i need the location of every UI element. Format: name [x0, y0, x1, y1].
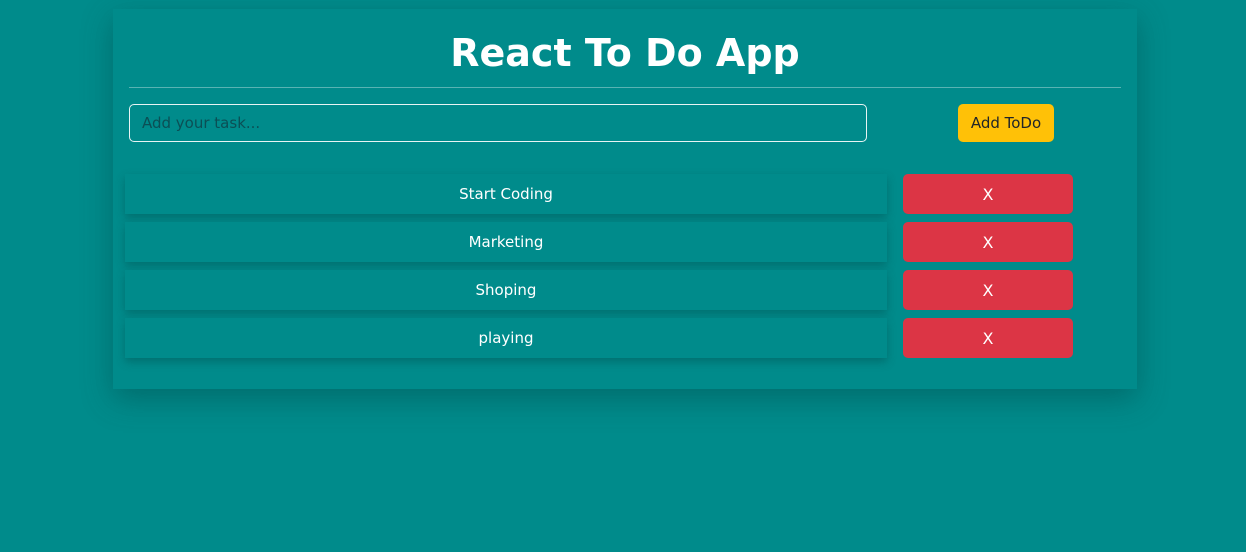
todo-item-text: Shoping — [125, 270, 887, 310]
todo-card: React To Do App Add ToDo Start Coding X … — [113, 9, 1137, 389]
delete-todo-button[interactable]: X — [903, 318, 1073, 358]
page-title: React To Do App — [450, 31, 800, 75]
delete-todo-button[interactable]: X — [903, 174, 1073, 214]
todo-item: Start Coding X — [125, 174, 1125, 214]
task-input[interactable] — [129, 104, 867, 142]
delete-todo-button[interactable]: X — [903, 222, 1073, 262]
todo-item: playing X — [125, 318, 1125, 358]
add-todo-button[interactable]: Add ToDo — [958, 104, 1054, 142]
todo-item-text: Marketing — [125, 222, 887, 262]
title-divider — [129, 87, 1121, 88]
delete-todo-button[interactable]: X — [903, 270, 1073, 310]
todo-item-text: Start Coding — [125, 174, 887, 214]
todo-list: Start Coding X Marketing X Shoping X pla… — [125, 174, 1125, 366]
todo-item: Shoping X — [125, 270, 1125, 310]
todo-item-text: playing — [125, 318, 887, 358]
todo-item: Marketing X — [125, 222, 1125, 262]
